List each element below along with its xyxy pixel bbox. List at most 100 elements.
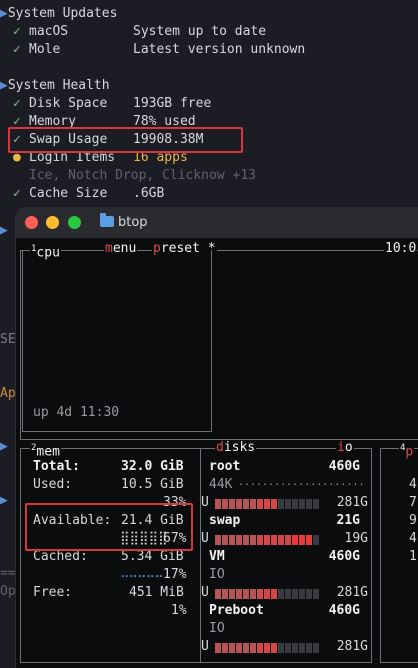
disk-name: swap: [209, 513, 241, 528]
disk-usage-segment: [250, 643, 256, 653]
item-label: macOS: [29, 24, 69, 39]
minimize-button[interactable]: [46, 216, 59, 229]
disk-usage-segment: [236, 589, 242, 599]
io-tab[interactable]: io: [336, 441, 354, 455]
disk-usage-bar: [215, 534, 320, 545]
disk-size: 21G: [336, 513, 360, 528]
arrow-icon: ▶: [0, 439, 8, 454]
window-titlebar[interactable]: btop: [16, 208, 418, 239]
disk-usage-segment: [313, 589, 319, 599]
arrow-icon: ▶: [0, 78, 8, 93]
close-button[interactable]: [25, 216, 38, 229]
disk-usage-segment: [292, 535, 298, 545]
disk-usage-segment: [271, 643, 277, 653]
uptime: up 4d 11:30: [33, 405, 120, 420]
disk-usage-segment: [306, 535, 312, 545]
proc-value: 4: [409, 531, 417, 546]
disk-usage-segment: [215, 643, 221, 653]
disk-size: 460G: [328, 603, 360, 618]
disk-sub: IO: [209, 567, 225, 582]
fragment: ==: [0, 566, 16, 581]
disk-usage-segment: [222, 499, 228, 509]
item-value: Latest version unknown: [133, 42, 306, 57]
disk-usage-segment: [292, 643, 298, 653]
disk-size: 460G: [328, 459, 360, 474]
item-label: Mole: [29, 42, 61, 57]
disk-usage-segment: [229, 643, 235, 653]
btop-window: btop 1cpu menu preset * 10:0 up 4d 11:30…: [16, 208, 418, 668]
item-value: .6GB: [133, 186, 165, 201]
proc-value: 1: [409, 549, 417, 564]
disk-usage-segment: [306, 589, 312, 599]
disk-usage-segment: [257, 499, 263, 509]
disk-used-label: U: [201, 585, 209, 600]
proc-value: 4: [409, 477, 417, 492]
item-label: Cache Size: [29, 186, 108, 201]
zoom-button[interactable]: [68, 216, 81, 229]
disk-usage-segment: [236, 643, 242, 653]
disk-usage-segment: [243, 535, 249, 545]
highlight-box: [8, 127, 243, 153]
folder-icon: [100, 213, 114, 227]
disk-usage-segment: [229, 589, 235, 599]
disk-used-value: 19G: [344, 531, 368, 546]
mem-used-value: 10.5 GiB: [121, 477, 184, 492]
disk-usage-segment: [306, 499, 312, 509]
disk-usage-segment: [250, 589, 256, 599]
disk-usage-segment: [236, 499, 242, 509]
disk-usage-segment: [285, 589, 291, 599]
disk-usage-segment: [250, 499, 256, 509]
arrow-icon: ▶: [0, 493, 8, 508]
disk-usage-segment: [243, 643, 249, 653]
disk-usage-bar: [215, 498, 320, 509]
disk-usage-segment: [229, 499, 235, 509]
disk-usage-segment: [299, 643, 305, 653]
disk-usage-bar: [215, 588, 320, 599]
disk-usage-segment: [313, 499, 319, 509]
disk-usage-segment: [236, 535, 242, 545]
mem-total-label: Total:: [33, 459, 80, 474]
disk-usage-segment: [215, 589, 221, 599]
fragment: Ap: [0, 386, 16, 401]
section-header: System Updates: [7, 6, 118, 21]
disk-usage-segment: [299, 535, 305, 545]
section-system-updates: ▶System Updates: [0, 5, 117, 23]
list-item: ✓ macOS System up to date: [13, 23, 266, 41]
disk-usage-bar: [215, 642, 320, 653]
window-title: btop: [118, 215, 148, 230]
disk-usage-segment: [271, 499, 277, 509]
mem-tab[interactable]: 2mem: [30, 441, 61, 460]
proc-value: 7: [409, 495, 417, 510]
disk-usage-segment: [313, 535, 319, 545]
disk-usage-segment: [250, 535, 256, 545]
disk-usage-segment: [271, 589, 277, 599]
disk-used-value: 281G: [336, 495, 368, 510]
disk-name: root: [209, 459, 241, 474]
disk-sub: 44K: [209, 477, 233, 492]
disks-tab[interactable]: disks: [215, 441, 257, 455]
list-item: ✓ Cache Size .6GB: [13, 185, 164, 203]
disk-usage-segment: [264, 643, 270, 653]
check-icon: ✓: [13, 24, 21, 39]
disk-sub: IO: [209, 621, 225, 636]
fragment: SE: [0, 332, 16, 347]
disk-usage-segment: [264, 589, 270, 599]
disk-usage-segment: [299, 589, 305, 599]
disk-used-label: U: [201, 639, 209, 654]
disk-used-value: 281G: [336, 639, 368, 654]
check-icon: ✓: [13, 186, 21, 201]
item-label: Disk Space: [29, 96, 108, 111]
mem-free-pct: 1%: [171, 603, 187, 618]
disk-usage-segment: [264, 535, 270, 545]
disk-usage-segment: [285, 643, 291, 653]
disk-usage-segment: [229, 535, 235, 545]
check-icon: ✓: [13, 96, 21, 111]
disk-usage-segment: [285, 499, 291, 509]
disk-usage-segment: [222, 589, 228, 599]
fragment: Op: [0, 584, 16, 599]
check-icon: ✓: [13, 42, 21, 57]
mem-cached-pct: 17%: [163, 567, 187, 582]
disk-size: 460G: [328, 549, 360, 564]
proc-tab[interactable]: 4p: [399, 441, 415, 460]
disk-usage-segment: [285, 535, 291, 545]
